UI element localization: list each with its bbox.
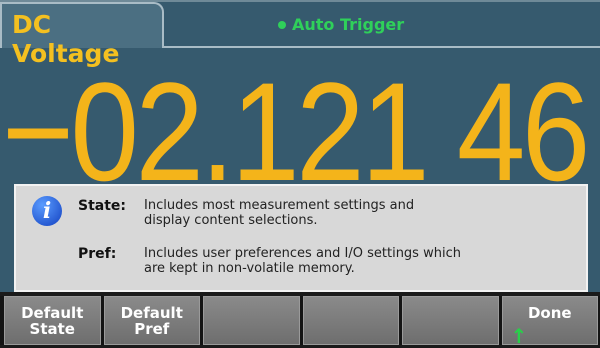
trigger-indicator-icon xyxy=(278,20,286,29)
help-text-state-line2: display content selections. xyxy=(144,213,318,228)
help-row-state: State: Includes most measurement setting… xyxy=(78,198,414,228)
measurement-reading: −02.121 46 xyxy=(2,53,590,210)
softkey-label-line2: State xyxy=(29,320,75,338)
blank-softkey-3[interactable] xyxy=(203,296,300,345)
instrument-display: DC Voltage Auto Trigger −02.121 46 i Sta… xyxy=(0,0,600,292)
help-key-state: State: xyxy=(78,198,127,214)
info-icon: i xyxy=(32,196,62,226)
help-text-state-line1: Includes most measurement settings and xyxy=(144,198,415,213)
up-arrow-icon: ↑ xyxy=(510,324,528,348)
softkey-label-line1: Done xyxy=(527,304,572,322)
help-text-pref: Includes user preferences and I/O settin… xyxy=(144,246,461,276)
help-text-state: Includes most measurement settings and d… xyxy=(144,198,414,228)
blank-softkey-4[interactable] xyxy=(302,296,399,345)
default-pref-softkey[interactable]: Default Pref xyxy=(103,296,200,345)
softkey-bar: Default State Default Pref Done ↑ xyxy=(0,296,600,348)
default-state-softkey[interactable]: Default State xyxy=(4,296,101,345)
softkey-label-line1: Default xyxy=(21,304,84,322)
help-key-pref: Pref: xyxy=(78,246,117,262)
blank-softkey-5[interactable] xyxy=(402,296,499,345)
help-info-panel: i State: Includes most measurement setti… xyxy=(14,184,588,292)
done-softkey[interactable]: Done ↑ xyxy=(501,296,598,348)
header-divider xyxy=(162,46,600,48)
softkey-label-line1: Default xyxy=(120,304,183,322)
trigger-status: Auto Trigger xyxy=(278,15,404,34)
softkey-label-line2: Pref xyxy=(134,320,170,338)
help-row-pref: Pref: Includes user preferences and I/O … xyxy=(78,246,461,276)
help-text-pref-line2: are kept in non-volatile memory. xyxy=(144,261,355,276)
help-text-pref-line1: Includes user preferences and I/O settin… xyxy=(144,246,461,261)
trigger-status-label: Auto Trigger xyxy=(292,15,405,34)
measurement-mode-tab: DC Voltage xyxy=(0,2,164,68)
